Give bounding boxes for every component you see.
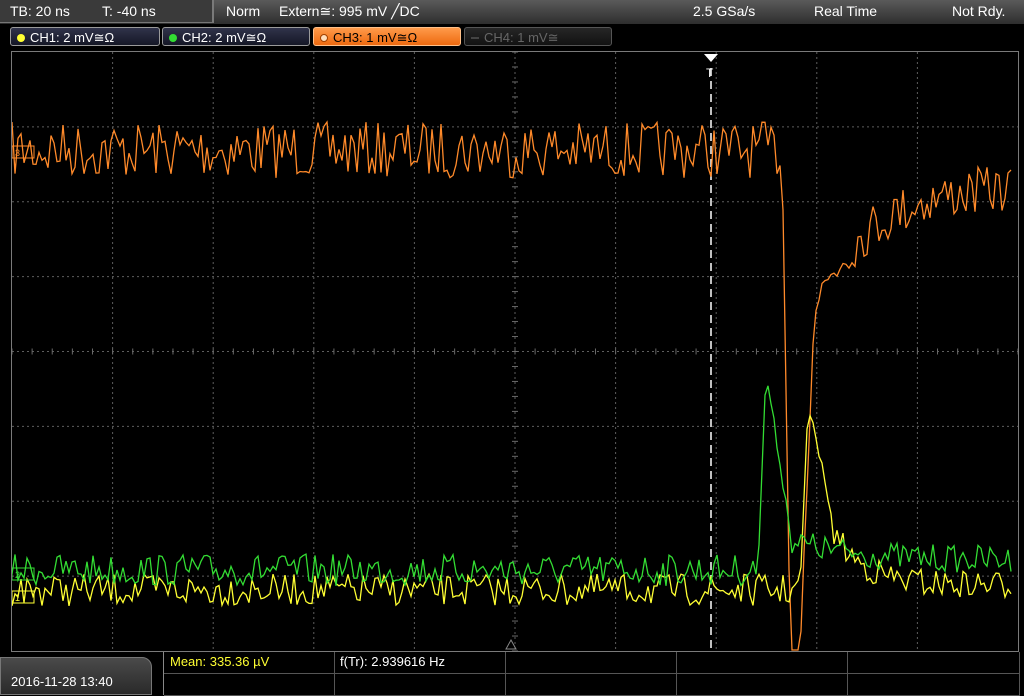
measurement-row: Mean: 335.36 µV f(Tr): 2.939616 Hz — [164, 652, 1020, 674]
measurement-cell[interactable] — [335, 674, 506, 695]
measurement-row — [164, 674, 1020, 696]
measurement-cell[interactable] — [164, 674, 335, 695]
measurement-cell[interactable] — [506, 652, 677, 673]
measurement-cell[interactable] — [848, 674, 1020, 695]
graticule-frame — [11, 51, 1019, 652]
measurement-cell[interactable] — [848, 652, 1020, 673]
measurement-panel: Mean: 335.36 µV f(Tr): 2.939616 Hz — [163, 652, 1020, 696]
measurement-cell[interactable] — [677, 652, 848, 673]
datetime-label: 2016-11-28 13:40 — [11, 674, 113, 689]
measurement-cell[interactable]: Mean: 335.36 µV — [164, 652, 335, 673]
measurement-cell[interactable]: f(Tr): 2.939616 Hz — [335, 652, 506, 673]
mean-measurement: Mean: 335.36 µV — [170, 654, 270, 669]
measurement-cell[interactable] — [506, 674, 677, 695]
measurement-cell[interactable] — [677, 674, 848, 695]
trigger-frequency-measurement: f(Tr): 2.939616 Hz — [340, 654, 446, 669]
datetime-panel: 2016-11-28 13:40 — [0, 657, 152, 695]
